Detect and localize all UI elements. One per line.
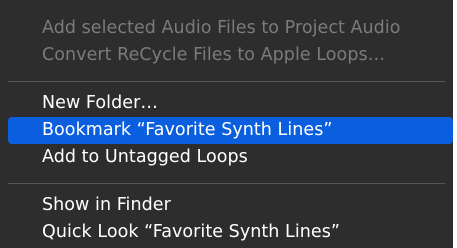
menu-item-quick-look[interactable]: Quick Look “Favorite Synth Lines” — [0, 219, 453, 246]
menu-item-convert-recycle: Convert ReCycle Files to Apple Loops… — [42, 45, 386, 65]
menu-item-bookmark[interactable]: Bookmark “Favorite Synth Lines” — [8, 117, 453, 144]
menu-item-add-audio-files: Add selected Audio Files to Project Audi… — [42, 18, 401, 38]
menu-separator — [8, 183, 445, 184]
menu-item-show-in-finder[interactable]: Show in Finder — [0, 192, 453, 219]
context-menu: Add selected Audio Files to Project Audi… — [0, 0, 457, 248]
menu-separator — [8, 81, 445, 82]
menu-item-new-folder[interactable]: New Folder… — [0, 90, 453, 117]
menu-item-add-untagged-loops[interactable]: Add to Untagged Loops — [0, 144, 453, 171]
